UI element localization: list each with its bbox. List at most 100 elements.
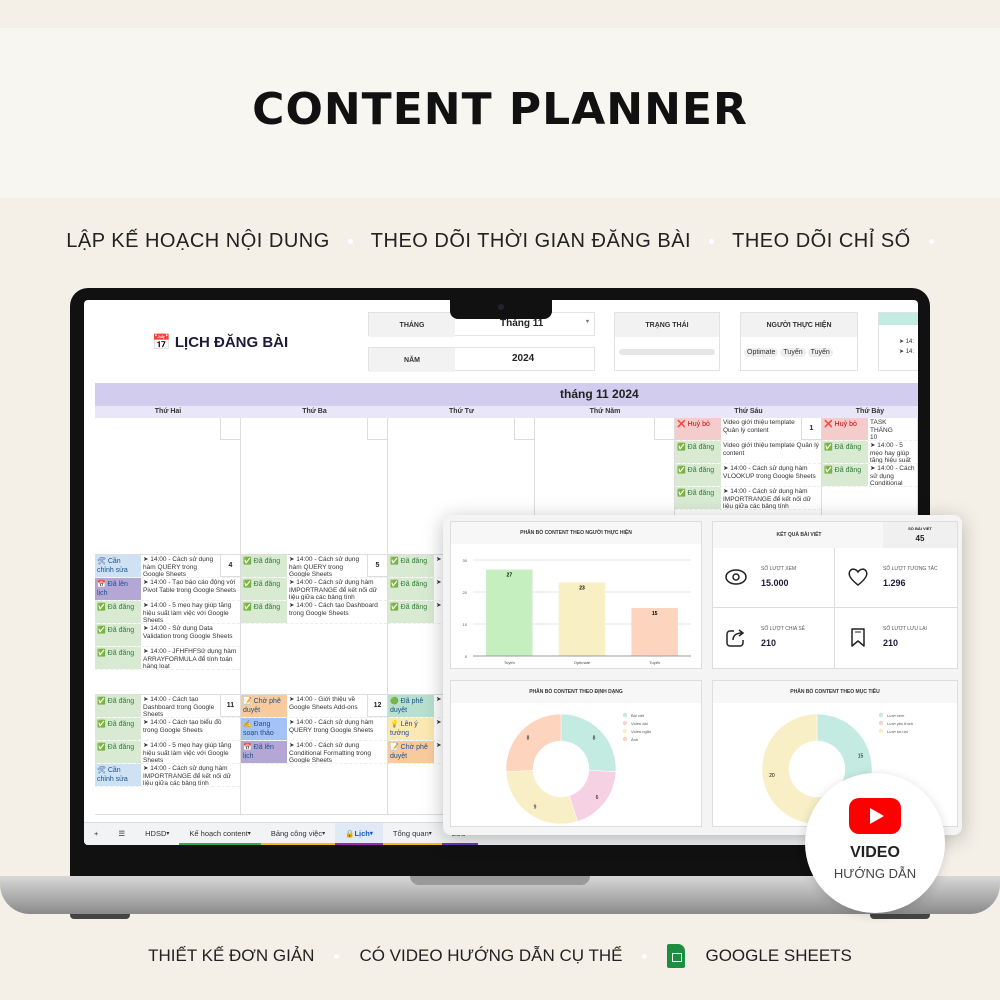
- heart-icon: [848, 568, 868, 586]
- feature: THIẾT KẾ ĐƠN GIẢN: [148, 946, 315, 965]
- chevron-down-icon[interactable]: ▾: [370, 830, 373, 837]
- calendar-cell[interactable]: [241, 418, 388, 555]
- slice-value-label: 6: [596, 795, 599, 801]
- kpi-shares: SỐ LƯỢT CHIA SẺ 210: [713, 608, 835, 668]
- tab-0[interactable]: HDSD ▾: [135, 823, 179, 845]
- status-icon: ✅: [677, 467, 686, 474]
- status-icon: ✅: [824, 467, 833, 474]
- feature: THEO DÕI THỜI GIAN ĐĂNG BÀI: [370, 230, 692, 252]
- donut-slice: [569, 770, 617, 822]
- month-label: THÁNG: [369, 313, 455, 337]
- x-tick-label: Optimate: [574, 660, 591, 665]
- chevron-down-icon[interactable]: ▾: [322, 830, 325, 837]
- calendar-entry[interactable]: 📅 Đã lên lịch ➤ 14:00 - Cách sử dụng Cond…: [241, 741, 387, 764]
- calendar-entry[interactable]: 🛠 Cần chỉnh sửa ➤ 14:00 - Cách sử dụng hà…: [95, 555, 240, 578]
- kpi-value: 15.000: [761, 578, 789, 588]
- bullet-dot: [334, 953, 340, 959]
- status-badge: ✅ Đã đăng: [822, 464, 868, 486]
- status-icon: ✅: [97, 627, 106, 634]
- calendar-entry[interactable]: ❌ Huỷ bỏ Video giới thiệu template Quản l…: [675, 418, 821, 441]
- donut-slice: [505, 770, 578, 825]
- status-badge: ✍ Đang soạn thảo: [241, 718, 287, 740]
- bar: [558, 582, 606, 656]
- tab-3[interactable]: 🔒 Lịch ▾: [335, 823, 383, 845]
- google-sheets-icon: [667, 944, 686, 968]
- calendar-entry[interactable]: ✍ Đang soạn thảo ➤ 14:00 - Cách sử dụng h…: [241, 718, 387, 741]
- calendar-entry[interactable]: ✅ Đã đăng Video giới thiệu template Quản …: [675, 441, 821, 464]
- share-icon: [726, 629, 745, 647]
- calendar-entry[interactable]: ✅ Đã đăng ➤ 14:00 - 5 mẹo hay giúp tăng h…: [822, 441, 917, 464]
- status-badge: ✅ Đã đăng: [388, 578, 434, 600]
- kpi-interactions: SỐ LƯỢT TƯƠNG TÁC 1.296: [835, 548, 957, 608]
- calendar-entry[interactable]: ✅ Đã đăng ➤ 14:00 - Cách sử dụng hàm IMPO…: [675, 487, 821, 510]
- calendar-entry[interactable]: ✅ Đã đăng ➤ 14:00 - Cách sử dụng hàm QUER…: [241, 555, 387, 578]
- dropdown-arrow-icon[interactable]: ▾: [586, 318, 589, 325]
- year-value[interactable]: 2024: [512, 353, 534, 364]
- kpi-panel: KẾT QUẢ BÀI VIẾT SỐ BÀI VIẾT 45 SỐ LƯỢT …: [712, 521, 958, 669]
- status-badge: ✅ Đã đăng: [95, 624, 141, 646]
- calendar-entry[interactable]: ❌ Huỷ bỏ TASK THÁNG 10: [822, 418, 917, 441]
- calendar-entry[interactable]: ✅ Đã đăng ➤ 14:00 - Cách tạo Dashboard tr…: [241, 601, 387, 624]
- tab-label: Tổng quan: [392, 828, 429, 838]
- status-badge: ✅ Đã đăng: [675, 464, 721, 486]
- chevron-down-icon[interactable]: ▾: [248, 830, 251, 837]
- calendar-entry[interactable]: ✅ Đã đăng ➤ 14:00 - Cách sử dụng hàm IMPO…: [241, 578, 387, 601]
- calendar-cell[interactable]: [95, 418, 241, 555]
- day-header: Thứ Ba: [241, 406, 388, 418]
- calendar-entry[interactable]: 🛠 Cần chỉnh sửa ➤ 14:00 - Cách sử dụng hà…: [95, 764, 240, 787]
- status-icon: ✅: [243, 558, 252, 565]
- status-filter[interactable]: TRẠNG THÁI: [614, 312, 720, 371]
- chevron-down-icon[interactable]: ▾: [166, 830, 169, 837]
- tab-1[interactable]: Kế hoạch content ▾: [179, 823, 261, 845]
- chevron-down-icon[interactable]: ▾: [429, 830, 432, 837]
- tab-4[interactable]: Tổng quan ▾: [382, 823, 442, 845]
- eye-icon: [725, 569, 747, 585]
- assignee-chips[interactable]: Optimate Tuyến Tuyến: [741, 337, 857, 368]
- status-icon: 📅: [97, 581, 106, 588]
- tab-2[interactable]: Bảng công việc ▾: [260, 823, 336, 845]
- status-label: Huỷ bỏ: [687, 421, 710, 428]
- status-icon: 📅: [243, 744, 252, 751]
- status-icon: ❌: [677, 421, 686, 428]
- calendar-cell[interactable]: ✅ Đã đăng ➤ 14:00 - Cách sử dụng hàm QUER…: [241, 555, 388, 695]
- donut-slice: [505, 713, 562, 773]
- slice-value-label: 8: [527, 736, 530, 742]
- calendar-entry[interactable]: ✅ Đã đăng ➤ 14:00 - Cách tạo Dashboard tr…: [95, 695, 240, 718]
- add-sheet-button[interactable]: +: [84, 823, 108, 845]
- legend-label: Lượt lưu lại: [887, 729, 908, 734]
- all-sheets-button[interactable]: ☰: [108, 823, 135, 845]
- calendar-cell[interactable]: 📝 Chờ phê duyệt ➤ 14:00 - Giới thiệu về G…: [241, 695, 388, 815]
- camera-icon: [498, 304, 504, 310]
- calendar-cell[interactable]: ✅ Đã đăng ➤ 14:00 - Cách tạo Dashboard tr…: [95, 695, 241, 815]
- year-filter[interactable]: NĂM: [368, 347, 595, 372]
- status-badge: ✅ Đã đăng: [95, 718, 141, 740]
- entry-text: ➤ 14:00 - Cách sử dụng hàm IMPORTRANGE đ…: [143, 765, 232, 786]
- calendar-entry[interactable]: ✅ Đã đăng ➤ 14:00 - 5 mẹo hay giúp tăng h…: [95, 601, 240, 624]
- legend-swatch: [878, 728, 884, 734]
- status-dropdown[interactable]: [619, 349, 715, 355]
- month-header: tháng 11 2024: [95, 383, 918, 406]
- lock-icon: 🔒: [345, 828, 355, 838]
- y-tick-label: 30: [463, 558, 468, 563]
- month-value[interactable]: Tháng 11: [500, 318, 543, 329]
- date-number: [367, 418, 387, 440]
- chart-title: PHÂN BỔ CONTENT THEO MỤC TIÊU: [713, 681, 957, 703]
- calendar-entry[interactable]: ✅ Đã đăng ➤ 14:00 - JFHFHFSử dụng hàm ARR…: [95, 647, 240, 670]
- calendar-entry[interactable]: 📅 Đã lên lịch ➤ 14:00 - Tạo báo cáo động …: [95, 578, 240, 601]
- assignee-filter[interactable]: NGƯỜI THỰC HIỆN Optimate Tuyến Tuyến: [740, 312, 858, 371]
- calendar-entry[interactable]: ✅ Đã đăng ➤ 14:00 - Cách sử dụng Conditio…: [822, 464, 917, 487]
- calendar-cell[interactable]: 🛠 Cần chỉnh sửa ➤ 14:00 - Cách sử dụng hà…: [95, 555, 241, 695]
- entry-text: ➤ 14:00 - Cách sử dụng hàm IMPORTRANGE đ…: [289, 579, 378, 600]
- kpi-label: SỐ LƯỢT CHIA SẺ: [761, 626, 806, 632]
- calendar-entry[interactable]: ✅ Đã đăng ➤ 14:00 - Cách tạo biểu đồ tron…: [95, 718, 240, 741]
- status-label: Đã đăng: [400, 604, 428, 611]
- calendar-entry[interactable]: ✅ Đã đăng ➤ 14:00 - 5 mẹo hay giúp tăng h…: [95, 741, 240, 764]
- calendar-entry[interactable]: ✅ Đã đăng ➤ 14:00 - Sử dụng Data Validati…: [95, 624, 240, 647]
- video-guide-badge[interactable]: VIDEO HƯỚNG DẪN: [805, 773, 945, 913]
- calendar-entry[interactable]: 📝 Chờ phê duyệt ➤ 14:00 - Giới thiệu về G…: [241, 695, 387, 718]
- legend-label: Video ngắn: [631, 729, 651, 734]
- status-label: Đã đăng: [253, 558, 281, 565]
- status-label: Đã đăng: [253, 581, 281, 588]
- laptop-notch: [450, 300, 552, 319]
- calendar-entry[interactable]: ✅ Đã đăng ➤ 14:00 - Cách sử dụng hàm VLOO…: [675, 464, 821, 487]
